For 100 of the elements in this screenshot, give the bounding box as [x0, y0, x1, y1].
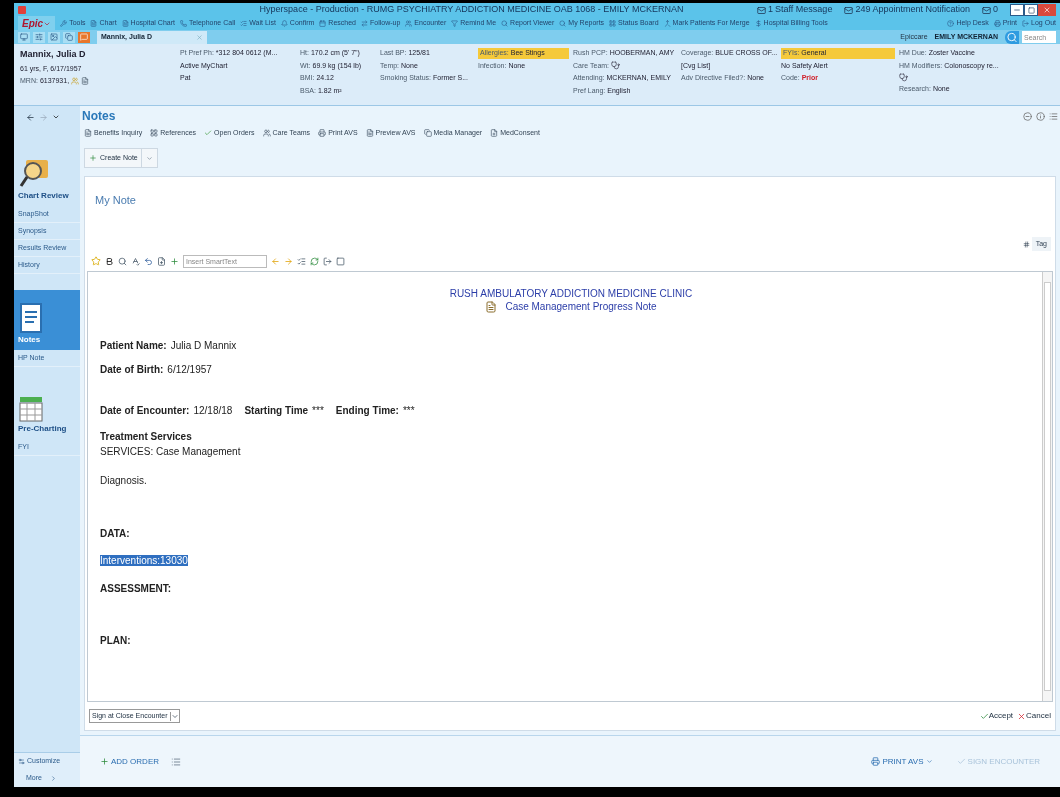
notepad-icon — [18, 302, 44, 334]
sidebar-item[interactable]: Pre-Charting — [14, 383, 80, 439]
image-button[interactable] — [48, 31, 60, 43]
section-heading: ASSESSMENT: — [100, 583, 172, 594]
plus-icon[interactable] — [100, 757, 109, 766]
list-icon[interactable] — [171, 756, 181, 767]
document-icon[interactable] — [90, 20, 98, 27]
search-icon[interactable] — [559, 20, 567, 27]
checklist-icon[interactable] — [240, 20, 248, 27]
people-icon[interactable] — [71, 77, 80, 86]
caret-icon[interactable] — [169, 711, 179, 721]
caret-icon[interactable] — [52, 113, 60, 121]
refresh-icon[interactable] — [310, 256, 319, 266]
arrow-right-icon[interactable] — [284, 256, 293, 266]
notification-label[interactable]: Appointment Notification — [872, 3, 970, 17]
copy-button[interactable] — [63, 31, 75, 43]
note-title: My Note — [95, 194, 136, 206]
back-icon[interactable] — [26, 112, 35, 122]
cancel-button[interactable]: Cancel — [1026, 710, 1051, 722]
phone-icon[interactable] — [179, 20, 187, 27]
stethoscope-icon[interactable] — [611, 61, 621, 71]
activity-title: Notes — [82, 108, 116, 125]
field-label: Patient Name: — [100, 340, 167, 352]
logout-icon[interactable] — [1022, 20, 1030, 27]
people-icon[interactable] — [405, 20, 413, 27]
info-icon[interactable] — [1036, 111, 1045, 121]
settings-icon[interactable] — [18, 758, 25, 765]
clinic-name: RUSH AMBULATORY ADDICTION MEDICINE CLINIC — [449, 288, 693, 300]
accept-button[interactable]: Accept — [988, 710, 1014, 722]
comment-button[interactable] — [78, 31, 90, 43]
help-icon[interactable] — [947, 20, 955, 27]
grid-icon[interactable] — [609, 20, 617, 27]
note-editor[interactable] — [87, 271, 1053, 702]
collapse-icon[interactable] — [1023, 111, 1032, 121]
field-value: Julia D Mannix — [170, 340, 237, 352]
stethoscope-icon[interactable] — [899, 73, 908, 82]
swap-icon[interactable] — [361, 20, 368, 27]
print-icon[interactable] — [871, 757, 881, 766]
bold-icon[interactable] — [105, 256, 114, 266]
spellcheck-icon[interactable] — [131, 256, 140, 266]
plus-icon[interactable] — [89, 154, 97, 162]
check-icon[interactable] — [204, 129, 213, 137]
monitor-button[interactable] — [18, 31, 30, 43]
bell-icon[interactable] — [280, 20, 288, 27]
sidebar-item[interactable]: Notes — [14, 290, 80, 350]
search-icon[interactable] — [118, 256, 127, 266]
check-icon[interactable] — [956, 757, 966, 766]
checklist-icon[interactable] — [297, 256, 306, 266]
exit-icon[interactable] — [323, 256, 332, 266]
search-icon[interactable] — [501, 20, 509, 27]
notification-label[interactable]: Staff Message — [775, 3, 833, 17]
search-icon[interactable] — [1005, 30, 1019, 44]
dollar-icon[interactable] — [754, 20, 762, 27]
patient-name: Mannix, Julia D — [20, 48, 87, 61]
mail-icon[interactable] — [844, 5, 854, 15]
star-icon[interactable] — [91, 256, 101, 266]
grid-icon[interactable] — [150, 129, 159, 137]
people-icon[interactable] — [262, 129, 271, 137]
print-icon[interactable] — [318, 129, 327, 137]
notification-count[interactable]: 0 — [993, 3, 998, 17]
document-icon[interactable] — [121, 20, 129, 27]
print-icon[interactable] — [993, 20, 1001, 27]
mail-icon[interactable] — [982, 5, 991, 15]
notification-count[interactable]: 249 — [855, 3, 871, 17]
field-value: 6/12/1957 — [167, 364, 212, 376]
arrow-left-icon[interactable] — [271, 256, 280, 266]
section-heading: DATA: — [100, 528, 130, 539]
sliders-button[interactable] — [33, 31, 45, 43]
print-avs-button[interactable]: PRINT AVS — [882, 755, 924, 768]
section-heading: Treatment Services — [100, 431, 192, 442]
copy-icon[interactable] — [423, 129, 432, 137]
field-label: Starting Time — [244, 405, 309, 417]
plus-icon[interactable] — [170, 256, 179, 266]
calendar-icon[interactable] — [319, 20, 327, 27]
scrollbar[interactable] — [1042, 272, 1052, 701]
document-icon[interactable] — [365, 129, 374, 137]
mail-icon[interactable] — [757, 5, 766, 15]
document-icon[interactable] — [81, 77, 90, 86]
add-order-button[interactable]: ADD ORDER — [111, 755, 159, 768]
document-icon — [485, 301, 498, 313]
document-icon[interactable] — [84, 129, 92, 137]
tag-icon[interactable] — [1022, 240, 1030, 248]
undo-icon[interactable] — [144, 256, 153, 266]
check-icon[interactable] — [979, 711, 989, 721]
sidebar-item[interactable]: Chart Review — [14, 144, 80, 206]
document-icon[interactable] — [157, 256, 166, 266]
window-title: Hyperspace - Production - RUMG PSYCHIATRY ADDICTION MEDICINE OAB 1068 - EMILY MCKERNAN — [259, 3, 684, 17]
note-type-title: Case Management Progress Note — [505, 301, 657, 313]
options-icon[interactable] — [1049, 111, 1058, 121]
square-icon[interactable] — [336, 256, 345, 266]
app-logo-icon — [18, 6, 26, 14]
close-icon[interactable] — [1017, 711, 1027, 721]
field-value: *** — [312, 405, 324, 417]
merge-icon[interactable] — [663, 20, 671, 27]
filter-icon[interactable] — [451, 20, 459, 27]
field-value: 12/18/18 — [193, 405, 233, 417]
document-icon[interactable] — [490, 129, 499, 137]
field-label: Date of Encounter: — [100, 405, 190, 417]
notification-count[interactable]: 1 — [768, 3, 773, 17]
wrench-icon[interactable] — [60, 20, 68, 27]
